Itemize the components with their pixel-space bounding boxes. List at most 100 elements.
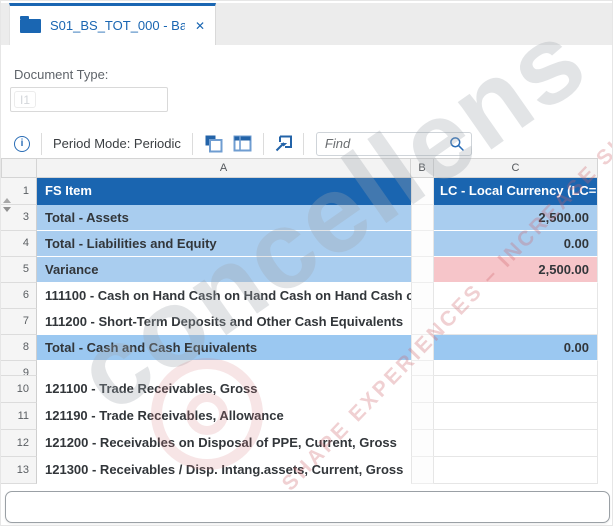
row-number[interactable]: 11	[1, 403, 37, 430]
fs-item-cell[interactable]: 121100 - Trade Receivables, Gross	[37, 376, 411, 403]
row-number-label: 13	[17, 464, 29, 476]
table-row: 13 121300 - Receivables / Disp. Intang.as…	[1, 457, 598, 484]
corner-cell[interactable]	[1, 158, 37, 178]
row-number[interactable]: 6	[1, 283, 37, 309]
document-type-token[interactable]: I1	[14, 91, 36, 108]
empty-cell[interactable]	[411, 430, 434, 457]
value-cell[interactable]	[434, 376, 598, 403]
row-number-label: 12	[17, 437, 29, 449]
empty-cell[interactable]	[411, 178, 434, 205]
value-cell[interactable]	[434, 283, 598, 309]
fs-item-header-cell[interactable]: FS Item	[37, 178, 411, 205]
empty-cell[interactable]	[411, 283, 434, 309]
jump-to-icon[interactable]	[274, 134, 293, 153]
table-header-row: 1 FS Item LC - Local Currency (LC=EUR)	[1, 178, 598, 205]
footer-message-bar[interactable]	[5, 491, 610, 523]
grid-body: 3 Total - Assets 2,500.00 4 Total - Liabilit…	[1, 205, 598, 484]
empty-cell[interactable]	[411, 205, 434, 231]
row-number[interactable]: 3	[1, 205, 37, 231]
table-layout-icon[interactable]	[233, 134, 252, 153]
row-number-label: 6	[23, 289, 29, 301]
toolbar-separator	[303, 133, 304, 155]
value-cell[interactable]: 0.00	[434, 335, 598, 361]
workbook-icon	[20, 19, 41, 33]
column-header-a[interactable]: A	[37, 158, 411, 178]
fs-item-cell[interactable]: 121190 - Trade Receivables, Allowance	[37, 403, 411, 430]
empty-cell[interactable]	[411, 335, 434, 361]
row-number-label: 1	[23, 185, 29, 197]
row-number[interactable]: 7	[1, 309, 37, 335]
column-header-c[interactable]: C	[434, 158, 598, 178]
fs-item-cell[interactable]: 121300 - Receivables / Disp. Intang.asse…	[37, 457, 411, 484]
find-input[interactable]	[325, 136, 449, 151]
table-row: 12 121200 - Receivables on Disposal of PP…	[1, 430, 598, 457]
crosstab-grid: A B C 1 FS Item LC - Local Currency (LC=…	[1, 158, 598, 484]
row-number[interactable]: 12	[1, 430, 37, 457]
fs-item-cell[interactable]: 111200 - Short-Term Deposits and Other C…	[37, 309, 411, 335]
toolbar-separator	[192, 133, 193, 155]
row-number-label: 5	[23, 263, 29, 275]
fs-item-cell[interactable]	[37, 361, 411, 376]
row-number-label: 3	[23, 211, 29, 223]
find-box[interactable]	[316, 132, 472, 156]
empty-cell[interactable]	[411, 457, 434, 484]
empty-cell[interactable]	[411, 231, 434, 257]
value-cell[interactable]: 0.00	[434, 231, 598, 257]
row-number[interactable]: 10	[1, 376, 37, 403]
row-number[interactable]: 13	[1, 457, 37, 484]
empty-cell[interactable]	[411, 361, 434, 376]
lc-header-cell[interactable]: LC - Local Currency (LC=EUR)	[434, 178, 598, 205]
value-cell[interactable]	[434, 457, 598, 484]
column-header-b[interactable]: B	[411, 158, 434, 178]
toolbar-separator	[41, 133, 42, 155]
fs-item-cell[interactable]: Total - Liabilities and Equity	[37, 231, 411, 257]
period-mode-label: Period Mode: Periodic	[53, 136, 181, 151]
copy-view-icon[interactable]	[204, 134, 223, 153]
row-number-label: 4	[23, 237, 29, 249]
row-number[interactable]: 8	[1, 335, 37, 361]
row-number[interactable]: 9	[1, 361, 37, 376]
empty-cell[interactable]	[411, 403, 434, 430]
fs-item-cell[interactable]: Variance	[37, 257, 411, 283]
value-cell[interactable]	[434, 403, 598, 430]
table-row: 11121190 - Trade Receivables, Allowance	[1, 403, 598, 430]
document-type-input[interactable]: I1	[10, 87, 168, 112]
fs-item-cell[interactable]: 121200 - Receivables on Disposal of PPE,…	[37, 430, 411, 457]
table-row: 8 Total - Cash and Cash Equivalents 0.00	[1, 335, 598, 361]
empty-cell[interactable]	[411, 309, 434, 335]
fs-item-cell[interactable]: 111100 - Cash on Hand Cash on Hand Cash …	[37, 283, 411, 309]
tab-close-icon[interactable]: ✕	[195, 19, 205, 33]
row-number-label: 8	[23, 341, 29, 353]
table-row: 3 Total - Assets 2,500.00	[1, 205, 598, 231]
empty-cell[interactable]	[411, 257, 434, 283]
tab-balance-sheet[interactable]: S01_BS_TOT_000 - Balance ... ✕	[9, 3, 216, 45]
value-cell[interactable]	[434, 361, 598, 376]
tab-title: S01_BS_TOT_000 - Balance ...	[50, 18, 185, 33]
row-number[interactable]: 1	[1, 178, 37, 205]
row-number-label: 9	[23, 367, 29, 376]
table-row: 4 Total - Liabilities and Equity 0.00	[1, 231, 598, 257]
search-icon[interactable]	[449, 136, 465, 152]
value-cell[interactable]	[434, 430, 598, 457]
table-row: 6 111100 - Cash on Hand Cash on Hand Cash…	[1, 283, 598, 309]
outline-expand-icon[interactable]	[3, 198, 11, 203]
fs-item-cell[interactable]: Total - Assets	[37, 205, 411, 231]
row-number[interactable]: 4	[1, 231, 37, 257]
toolbar: i Period Mode: Periodic	[1, 129, 612, 158]
row-number[interactable]: 5	[1, 257, 37, 283]
document-type-label: Document Type:	[14, 67, 108, 82]
app-window: S01_BS_TOT_000 - Balance ... ✕ Document …	[0, 0, 613, 526]
value-cell[interactable]	[434, 309, 598, 335]
table-row: 10 121100 - Trade Receivables, Gross	[1, 376, 598, 403]
row-number-label: 10	[17, 383, 29, 395]
info-icon[interactable]: i	[14, 136, 30, 152]
table-row: 5 Variance 2,500.00	[1, 257, 598, 283]
column-header-row: A B C	[1, 158, 598, 178]
value-cell[interactable]: 2,500.00	[434, 205, 598, 231]
tab-bar: S01_BS_TOT_000 - Balance ... ✕	[1, 3, 612, 45]
table-row: 7111200 - Short-Term Deposits and Other …	[1, 309, 598, 335]
empty-cell[interactable]	[411, 376, 434, 403]
value-cell[interactable]: 2,500.00	[434, 257, 598, 283]
outline-collapse-icon[interactable]	[3, 207, 11, 212]
fs-item-cell[interactable]: Total - Cash and Cash Equivalents	[37, 335, 411, 361]
